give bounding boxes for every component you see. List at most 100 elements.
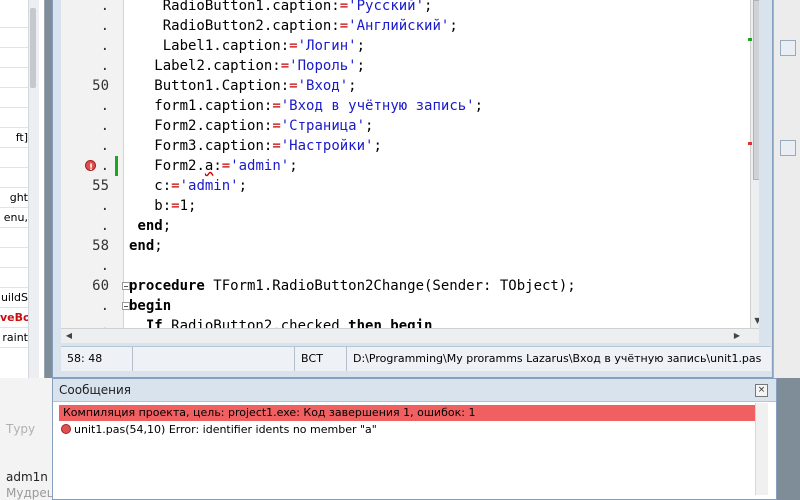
messages-title: Сообщения (59, 383, 132, 397)
line-number: . (100, 138, 109, 154)
background-text: Tуру (6, 422, 36, 436)
code-line[interactable]: . RadioButton2.caption:='Английский'; (61, 16, 759, 36)
code-token: Form2. (154, 158, 205, 174)
compile-error-message[interactable]: unit1.pas(54,10) Error: identifier ident… (61, 422, 377, 438)
close-icon[interactable]: × (755, 384, 768, 397)
background-window-fragment: Tуру adm1n Мудрец (0, 378, 56, 500)
inspector-scroll-thumb[interactable] (30, 8, 36, 88)
inspector-row[interactable] (0, 8, 28, 28)
code-token: 'admin' (179, 178, 239, 194)
error-message-text: unit1.pas(54,10) Error: identifier ident… (74, 423, 377, 436)
toolbar-icon[interactable] (780, 140, 796, 156)
inspector-row[interactable]: ght (0, 188, 28, 208)
code-editor[interactable]: . RadioButton1.caption:='Русский';. Radi… (61, 0, 759, 328)
code-token: 'Настройки' (280, 138, 374, 154)
code-line[interactable]: . Form2.a:='admin'; (61, 156, 759, 178)
inspector-row[interactable] (0, 168, 28, 188)
code-token: ; (424, 0, 433, 14)
code-token: 'Страница' (280, 118, 366, 134)
code-text: If RadioButton2.checked then begin (129, 316, 433, 328)
inspector-row[interactable] (0, 248, 28, 268)
inspector-row[interactable]: enu, (0, 208, 28, 228)
code-line[interactable]: 60 procedure TForm1.RadioButton2Change(Se… (61, 276, 759, 296)
code-token: Label1.caption: (162, 38, 290, 54)
code-token: ; (289, 158, 298, 174)
code-text: c:='admin'; (129, 176, 247, 196)
code-line[interactable]: . Form2.caption:='Страница'; (61, 116, 759, 136)
line-number: . (100, 318, 109, 328)
source-editor-window: . RadioButton1.caption:='Русский';. Radi… (52, 0, 773, 378)
code-token: If (145, 318, 163, 328)
line-number: . (100, 98, 109, 114)
right-toolbar-fragment (773, 0, 800, 378)
code-line[interactable]: . b:=1; (61, 196, 759, 216)
toolbar-icon[interactable] (780, 40, 796, 56)
code-token: = (339, 18, 349, 34)
code-token: RadioButton2.checked (162, 318, 349, 328)
code-token: 'Русский' (348, 0, 425, 14)
inspector-row[interactable]: veBo (0, 308, 28, 328)
line-number: . (100, 38, 109, 54)
cursor-position: 58: 48 (61, 347, 133, 371)
code-token: = (280, 58, 290, 74)
inspector-row[interactable]: raint (0, 328, 28, 348)
code-line[interactable]: . Label1.caption:='Логин'; (61, 36, 759, 56)
code-line[interactable]: . begin (61, 296, 759, 316)
editor-scroll-thumb[interactable] (753, 0, 759, 180)
code-text: b:=1; (129, 196, 196, 216)
code-token: = (221, 158, 231, 174)
modified-status (133, 347, 295, 371)
inspector-row[interactable]: uildS (0, 288, 28, 308)
code-token: RadioButton2.caption: (162, 18, 340, 34)
inspector-row[interactable] (0, 28, 28, 48)
code-line[interactable]: . (61, 256, 759, 276)
inspector-row[interactable] (0, 108, 28, 128)
inspector-row[interactable]: ft] (0, 128, 28, 148)
inspector-row[interactable] (0, 88, 28, 108)
error-marker-icon[interactable] (85, 158, 96, 178)
code-token: 1 (179, 198, 189, 214)
inspector-row[interactable] (0, 268, 28, 288)
code-token: Form3.caption: (154, 138, 273, 154)
inspector-row[interactable] (0, 48, 28, 68)
editor-horizontal-scrollbar[interactable]: ◀ ▶ (61, 328, 759, 343)
inspector-row[interactable] (0, 68, 28, 88)
code-token: 'Вход в учётную запись' (280, 98, 475, 114)
scroll-down-arrow-icon[interactable]: ▼ (753, 316, 759, 326)
code-token: b: (154, 198, 172, 214)
code-token: ; (474, 98, 484, 114)
code-line[interactable]: . Label2.caption:='Пороль'; (61, 56, 759, 76)
scroll-right-arrow-icon[interactable]: ▶ (731, 330, 743, 342)
compile-summary-message[interactable]: Компиляция проекта, цель: project1.exe: … (59, 405, 759, 421)
inspector-row[interactable] (0, 228, 28, 248)
line-number: . (100, 218, 109, 234)
code-line[interactable]: . end; (61, 216, 759, 236)
code-text: Button1.Caption:='Вход'; (129, 76, 356, 96)
messages-scrollbar[interactable] (755, 403, 768, 495)
code-line[interactable]: . If RadioButton2.checked then begin (61, 316, 759, 328)
code-token: = (289, 78, 298, 94)
code-token: 'Логин' (297, 38, 357, 54)
code-line[interactable]: . RadioButton1.caption:='Русский'; (61, 0, 759, 16)
code-line[interactable]: 55 c:='admin'; (61, 176, 759, 196)
code-token: begin (129, 298, 172, 314)
code-token: = (272, 98, 281, 114)
code-line[interactable]: . Form3.caption:='Настройки'; (61, 136, 759, 156)
editor-vertical-scrollbar[interactable]: ▼ (750, 0, 759, 328)
error-marker[interactable] (748, 142, 752, 145)
insert-mode: ВСТ (295, 347, 347, 371)
code-token: = (339, 0, 349, 14)
code-token: ; (162, 218, 172, 234)
code-token: Label2.caption: (154, 58, 281, 74)
scroll-left-arrow-icon[interactable]: ◀ (63, 330, 75, 342)
code-text: form1.caption:='Вход в учётную запись'; (129, 96, 483, 116)
code-token: : (213, 158, 222, 174)
code-line[interactable]: 50 Button1.Caption:='Вход'; (61, 76, 759, 96)
inspector-row[interactable] (0, 148, 28, 168)
code-line[interactable]: 58 end; (61, 236, 759, 256)
code-line[interactable]: . form1.caption:='Вход в учётную запись'… (61, 96, 759, 116)
